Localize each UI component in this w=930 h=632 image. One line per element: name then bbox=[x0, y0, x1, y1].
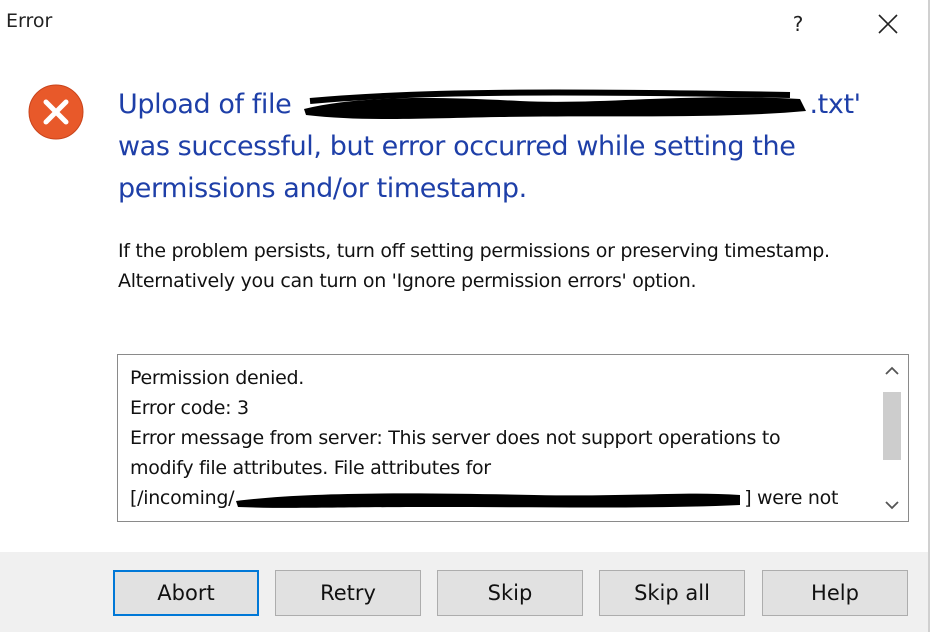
details-text: Permission denied. Error code: 3 Error m… bbox=[130, 363, 870, 515]
details-path-prefix: [/incoming/ bbox=[130, 487, 235, 509]
help-label: ? bbox=[792, 12, 804, 36]
skip-button[interactable]: Skip bbox=[437, 570, 583, 616]
vertical-scrollbar[interactable] bbox=[877, 356, 907, 520]
titlebar-close-button[interactable] bbox=[860, 0, 916, 48]
details-line: Error message from server: This server d… bbox=[130, 427, 781, 449]
error-dialog: Error ? Upload of file .txt' was success… bbox=[0, 0, 930, 632]
scroll-up-button[interactable] bbox=[877, 356, 907, 386]
scroll-thumb[interactable] bbox=[883, 392, 901, 460]
window-title: Error bbox=[6, 10, 53, 32]
close-icon bbox=[878, 14, 898, 34]
content-text: If the problem persists, turn off settin… bbox=[118, 240, 830, 292]
skip-all-button[interactable]: Skip all bbox=[599, 570, 745, 616]
scroll-down-button[interactable] bbox=[877, 490, 907, 520]
button-bar: Abort Retry Skip Skip all Help bbox=[0, 552, 928, 632]
abort-button[interactable]: Abort bbox=[113, 570, 259, 616]
help-button[interactable]: Help bbox=[762, 570, 908, 616]
chevron-up-icon bbox=[885, 366, 899, 375]
redaction-mark bbox=[236, 492, 741, 508]
main-instruction: Upload of file .txt' was successful, but… bbox=[118, 84, 898, 210]
titlebar: Error ? bbox=[0, 0, 928, 50]
titlebar-help-button[interactable]: ? bbox=[770, 0, 826, 48]
details-textbox[interactable]: Permission denied. Error code: 3 Error m… bbox=[117, 354, 909, 522]
redaction-mark bbox=[303, 89, 806, 119]
details-line: Error code: 3 bbox=[130, 397, 249, 419]
details-line: Permission denied. bbox=[130, 367, 304, 389]
error-circle-x-icon bbox=[28, 84, 84, 140]
details-line: modify file attributes. File attributes … bbox=[130, 457, 491, 479]
retry-button[interactable]: Retry bbox=[275, 570, 421, 616]
details-path-suffix: ] were not bbox=[744, 487, 839, 509]
chevron-down-icon bbox=[885, 501, 899, 510]
details-line: [/incoming/ ] were not bbox=[130, 483, 870, 513]
instruction-prefix: Upload of file bbox=[118, 89, 300, 120]
